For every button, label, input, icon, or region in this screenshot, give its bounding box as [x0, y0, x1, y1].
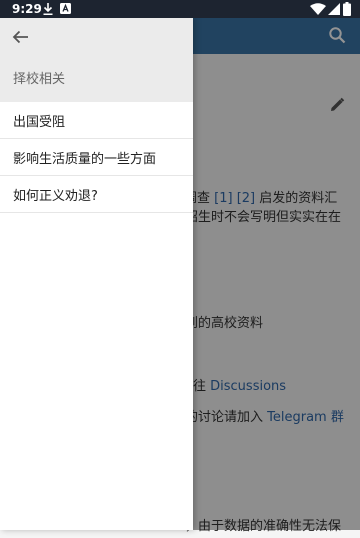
drawer-item-abroad-blocked[interactable]: 出国受阻 [0, 102, 193, 139]
drawer-section-title: 择校相关 [13, 72, 66, 87]
a-box-icon [60, 3, 71, 14]
drawer-item-how-to-dissuade[interactable]: 如何正义劝退? [0, 176, 193, 213]
drawer-item-label: 如何正义劝退? [13, 189, 98, 204]
download-icon [43, 3, 53, 15]
drawer-item-label: 影响生活质量的一些方面 [13, 152, 157, 167]
drawer-item-label: 出国受阻 [13, 115, 66, 130]
drawer-item-quality-of-life[interactable]: 影响生活质量的一些方面 [0, 139, 193, 176]
status-bar: 9:29 [0, 0, 360, 18]
drawer-header: 择校相关 [0, 18, 193, 102]
arrow-left-icon[interactable] [8, 24, 34, 50]
navigation-drawer: 择校相关 出国受阻 影响生活质量的一些方面 如何正义劝退? [0, 18, 193, 530]
battery-icon [343, 2, 351, 16]
signal-icon [328, 3, 340, 15]
status-time: 9:29 [12, 2, 42, 16]
wifi-icon [310, 3, 326, 15]
